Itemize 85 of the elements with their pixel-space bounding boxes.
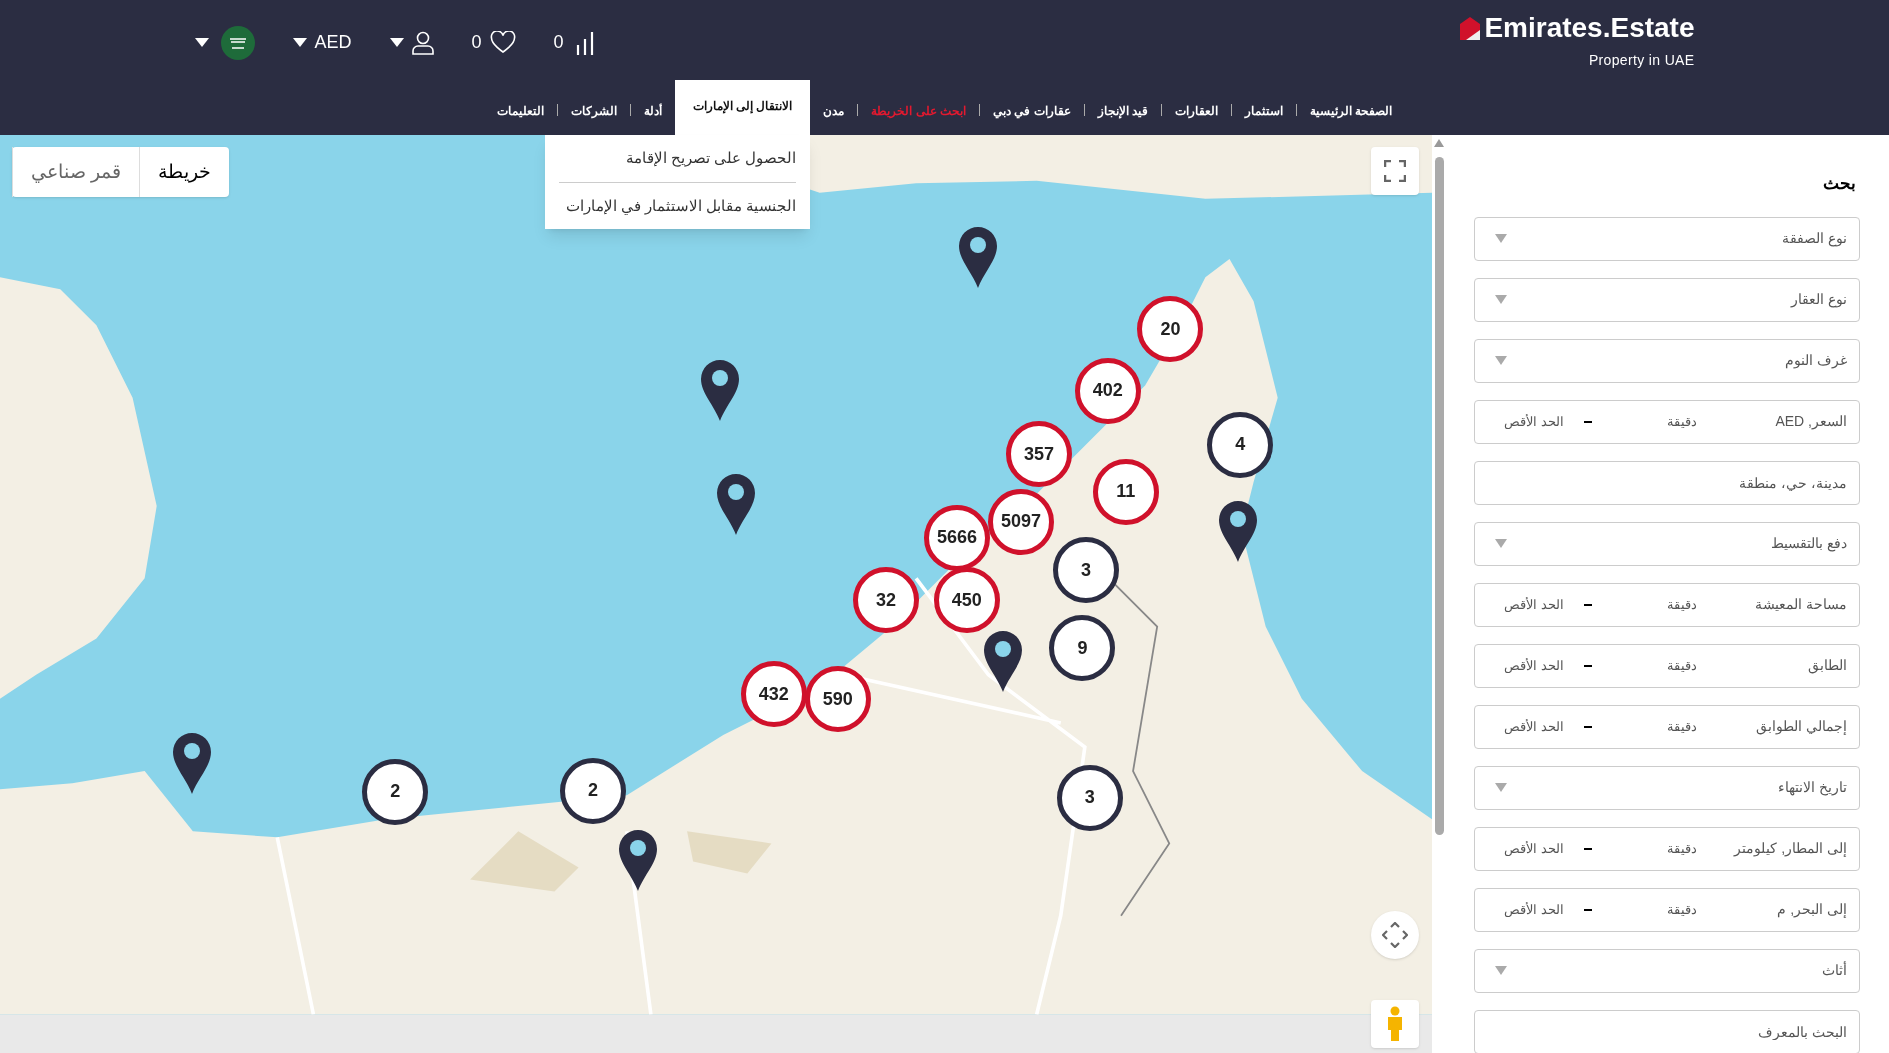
map-pin-icon[interactable]	[957, 226, 998, 289]
nav-tab[interactable]: قيد الإنجاز	[1084, 102, 1161, 135]
map-pin-icon[interactable]	[716, 473, 757, 536]
field-label: مساحة المعيشة	[1754, 595, 1847, 614]
field-label: الطابق	[1807, 656, 1847, 676]
house-logo-icon	[1460, 16, 1481, 40]
dropdown[interactable]: تاريخ الانتهاء	[1474, 765, 1860, 810]
min-input[interactable]: دقيقة	[1612, 838, 1697, 859]
nav-tab[interactable]: العقارات	[1162, 102, 1231, 135]
caret-icon	[1495, 539, 1507, 548]
nav-tab[interactable]: الشركات	[557, 102, 630, 135]
scroll-up-arrow-icon[interactable]	[1434, 139, 1444, 147]
min-input[interactable]: دقيقة	[1612, 899, 1697, 920]
range-dash	[1584, 603, 1592, 606]
fullscreen-icon	[1384, 160, 1406, 182]
max-input[interactable]: الحد الأقص	[1495, 411, 1564, 432]
logo-tagline: Property in UAE	[1588, 51, 1695, 70]
field-label: إلى البحر, م	[1776, 900, 1847, 920]
nav-tab[interactable]: استثمار	[1232, 102, 1296, 135]
map-pin-icon[interactable]	[617, 828, 658, 891]
range-dash	[1584, 725, 1592, 728]
person-icon	[1385, 1006, 1405, 1042]
map-pin-icon[interactable]	[699, 358, 740, 421]
nav-tab[interactable]: الصفحة الرئيسية	[1297, 102, 1406, 135]
dropdown[interactable]: أثاث	[1474, 948, 1860, 993]
min-input[interactable]: دقيقة	[1612, 655, 1697, 676]
flag-icon[interactable]	[220, 25, 255, 60]
field-label: السعر, AED	[1774, 412, 1847, 432]
move-arrows-icon	[1382, 922, 1408, 948]
caret-icon	[1495, 356, 1507, 365]
caret-icon	[1495, 783, 1507, 792]
sidebar-title: بحث	[1822, 173, 1857, 195]
cluster-marker[interactable]: 2	[362, 758, 429, 825]
max-input[interactable]: الحد الأقص	[1495, 594, 1564, 615]
range-dash	[1584, 847, 1592, 850]
max-input[interactable]: الحد الأقص	[1495, 899, 1564, 920]
dropdown[interactable]: نوع الصفقة	[1474, 216, 1860, 261]
nav-tab[interactable]: أدلة	[630, 102, 675, 135]
currency-selector[interactable]: AED	[314, 29, 352, 56]
cluster-marker[interactable]: 20	[1137, 296, 1204, 363]
nav-tab[interactable]: عقارات في دبي	[980, 102, 1084, 135]
logo-title[interactable]: Emirates.Estate	[1484, 14, 1695, 42]
dropdown[interactable]: غرف النوم	[1474, 338, 1860, 383]
nav-tab[interactable]: التعليمات	[483, 102, 557, 135]
map-type-tab[interactable]: خريطة	[139, 147, 230, 197]
max-input[interactable]: الحد الأقص	[1495, 716, 1564, 737]
heart-icon[interactable]	[489, 31, 516, 54]
favorites-count: 0	[471, 31, 482, 54]
map-pin-icon[interactable]	[171, 732, 212, 795]
cluster-marker[interactable]: 32	[852, 567, 919, 634]
input-field[interactable]: مدينة، حي، منطقة	[1474, 460, 1860, 505]
cluster-marker[interactable]: 2	[560, 757, 627, 824]
min-input[interactable]: دقيقة	[1612, 716, 1697, 737]
map-pin-icon[interactable]	[982, 630, 1023, 692]
range-dash	[1584, 908, 1592, 911]
cluster-marker[interactable]: 402	[1074, 357, 1141, 424]
dropdown[interactable]: دفع بالتقسيط	[1474, 521, 1860, 566]
submenu-item[interactable]: الحصول على تصريح الإقامة	[559, 135, 797, 182]
range-dash	[1584, 420, 1592, 423]
cluster-marker[interactable]: 5666	[924, 504, 991, 571]
caret-icon[interactable]	[194, 38, 209, 47]
fullscreen-button[interactable]	[1371, 147, 1419, 195]
caret-icon	[1495, 295, 1507, 304]
caret-icon	[1495, 234, 1507, 243]
field-label: إلى المطار, كيلومتر	[1732, 839, 1847, 859]
caret-icon[interactable]	[389, 38, 404, 47]
caret-icon	[1495, 966, 1507, 975]
map-type-tab[interactable]: قمر صناعي	[12, 147, 140, 197]
min-input[interactable]: دقيقة	[1612, 594, 1697, 615]
input-field[interactable]: البحث بالمعرف	[1474, 1009, 1860, 1053]
compare-count: 0	[553, 31, 564, 54]
range-dash	[1584, 664, 1592, 667]
cluster-marker[interactable]: 357	[1006, 421, 1073, 488]
caret-icon[interactable]	[292, 38, 307, 47]
max-input[interactable]: الحد الأقص	[1495, 838, 1564, 859]
cluster-marker[interactable]: 432	[740, 661, 807, 728]
field-label: إجمالي الطوابق	[1755, 717, 1847, 737]
nav-tab[interactable]: مدن	[810, 102, 858, 135]
min-input[interactable]: دقيقة	[1612, 411, 1697, 432]
map-pin-icon[interactable]	[1217, 499, 1258, 562]
bar-chart-icon[interactable]	[575, 30, 594, 55]
user-icon[interactable]	[411, 30, 434, 55]
nav-tab[interactable]: الانتقال إلى الإمارات	[674, 80, 811, 135]
dropdown[interactable]: نوع العقار	[1474, 277, 1860, 322]
max-input[interactable]: الحد الأقص	[1495, 655, 1564, 676]
